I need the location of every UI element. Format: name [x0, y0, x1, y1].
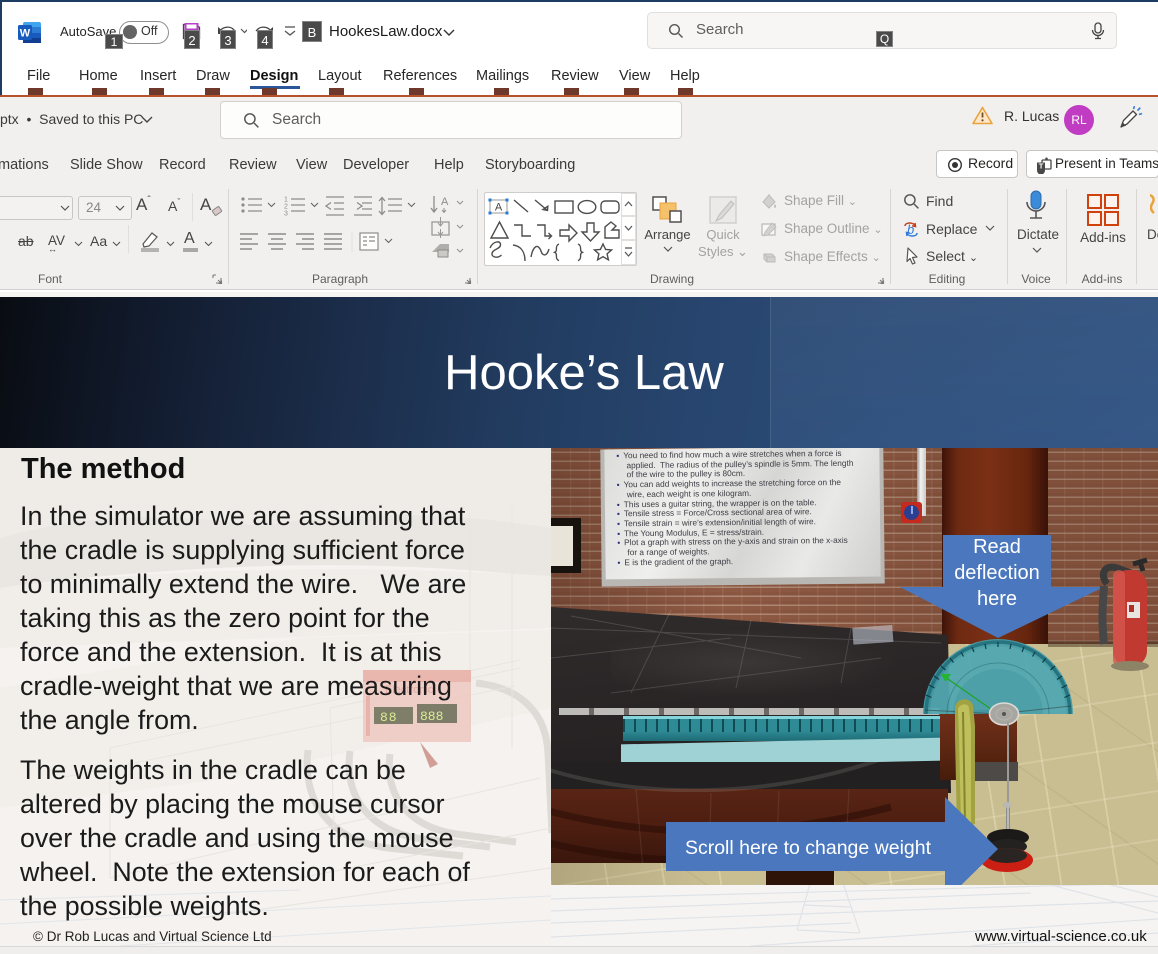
svg-text:www.virtual-science.co.uk: www.virtual-science.co.uk	[974, 928, 1147, 945]
svg-text:T: T	[1039, 162, 1044, 171]
svg-text:here: here	[977, 588, 1017, 610]
svg-text:Read: Read	[973, 536, 1021, 558]
svg-text:2: 2	[284, 204, 288, 211]
svg-text:3: 3	[284, 211, 288, 218]
svg-text:Scroll here to change weight: Scroll here to change weight	[685, 837, 932, 859]
svg-text:A: A	[441, 196, 449, 208]
svg-text:1: 1	[284, 197, 288, 204]
svg-text:A: A	[495, 202, 503, 214]
svg-text:W: W	[20, 28, 31, 40]
svg-text:deflection: deflection	[954, 562, 1040, 584]
